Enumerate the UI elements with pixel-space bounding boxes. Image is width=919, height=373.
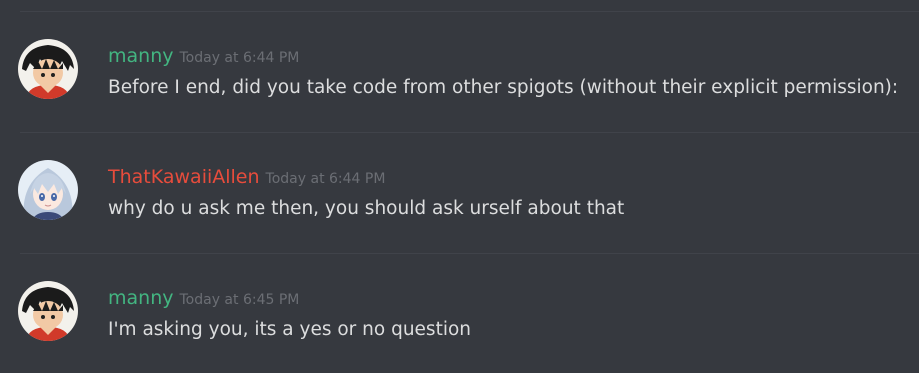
username[interactable]: ThatKawaiiAllen [108,166,260,188]
message-item: manny Today at 6:44 PM Before I end, did … [0,30,919,130]
manny-avatar-icon [18,39,78,99]
message-item: ThatKawaiiAllen Today at 6:44 PM why do u… [0,151,919,251]
message-content: Before I end, did you take code from oth… [108,77,899,98]
username[interactable]: manny [108,45,173,67]
message-content: I'm asking you, its a yes or no question [108,319,472,340]
chat-messages: manny Today at 6:44 PM Before I end, did … [0,0,919,373]
message-divider [20,132,919,133]
avatar[interactable] [18,281,78,341]
manny-avatar-icon [18,281,78,341]
thatkawaiiallen-avatar-icon [18,160,78,220]
message-item: manny Today at 6:45 PM I'm asking you, it… [0,272,919,372]
avatar[interactable] [18,160,78,220]
timestamp: Today at 6:45 PM [179,292,300,308]
message-divider [20,11,919,12]
timestamp: Today at 6:44 PM [179,50,300,66]
timestamp: Today at 6:44 PM [265,171,386,187]
avatar[interactable] [18,39,78,99]
username[interactable]: manny [108,287,173,309]
message-content: why do u ask me then, you should ask urs… [108,198,625,219]
message-divider [20,253,919,254]
